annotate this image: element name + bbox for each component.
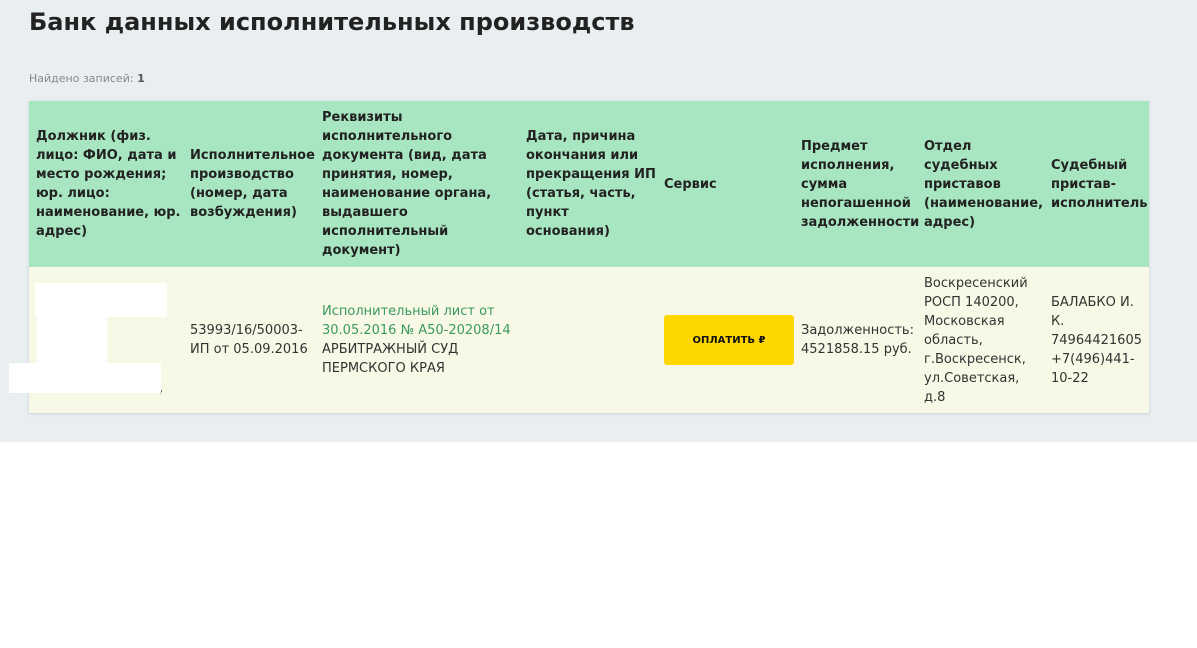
header-proceeding: Исполнительное производство (номер, дата…	[183, 101, 315, 267]
redaction-mark	[35, 283, 167, 317]
table-header-row: Должник (физ. лицо: ФИО, дата и место ро…	[29, 101, 1149, 267]
cell-service: ОПЛАТИТЬ ₽	[657, 267, 794, 413]
header-document: Реквизиты исполнительного документа (вид…	[315, 101, 519, 267]
document-link[interactable]: Исполнительный лист от 30.05.2016 № А50-…	[322, 304, 511, 338]
cell-bailiff: БАЛАБКО И. К. 74964421605 +7(496)441-10-…	[1044, 267, 1149, 413]
header-department: Отдел судебных приставов (наименование, …	[917, 101, 1044, 267]
header-service: Сервис	[657, 101, 794, 267]
header-end-reason: Дата, причина окончания или прекращения …	[519, 101, 657, 267]
cell-document: Исполнительный лист от 30.05.2016 № А50-…	[315, 267, 519, 413]
cell-end-reason	[519, 267, 657, 413]
records-found: Найдено записей: 1	[29, 72, 145, 85]
header-bailiff: Судебный пристав-исполнитель	[1044, 101, 1149, 267]
redaction-mark	[37, 315, 107, 363]
cell-proceeding: 53993/16/50003-ИП от 05.09.2016	[183, 267, 315, 413]
pay-button[interactable]: ОПЛАТИТЬ ₽	[664, 315, 794, 365]
records-found-label: Найдено записей:	[29, 72, 134, 85]
header-debtor: Должник (физ. лицо: ФИО, дата и место ро…	[29, 101, 183, 267]
cell-department: Воскресенский РОСП 140200, Московская об…	[917, 267, 1044, 413]
document-issuer: АРБИТРАЖНЫЙ СУД ПЕРМСКОГО КРАЯ	[322, 342, 459, 376]
table-row: ч , 53993/16/50003-ИП от 05.09.2016 Испо…	[9, 267, 1149, 413]
header-subject: Предмет исполнения, сумма непогашенной з…	[794, 101, 919, 267]
cell-subject: Задолженность: 4521858.15 руб.	[794, 267, 917, 413]
records-found-count: 1	[137, 72, 145, 85]
cell-debtor: ч ,	[9, 267, 183, 413]
page-title: Банк данных исполнительных производств	[29, 8, 635, 36]
redaction-mark	[9, 363, 161, 393]
results-table: Должник (физ. лицо: ФИО, дата и место ро…	[9, 101, 1149, 413]
